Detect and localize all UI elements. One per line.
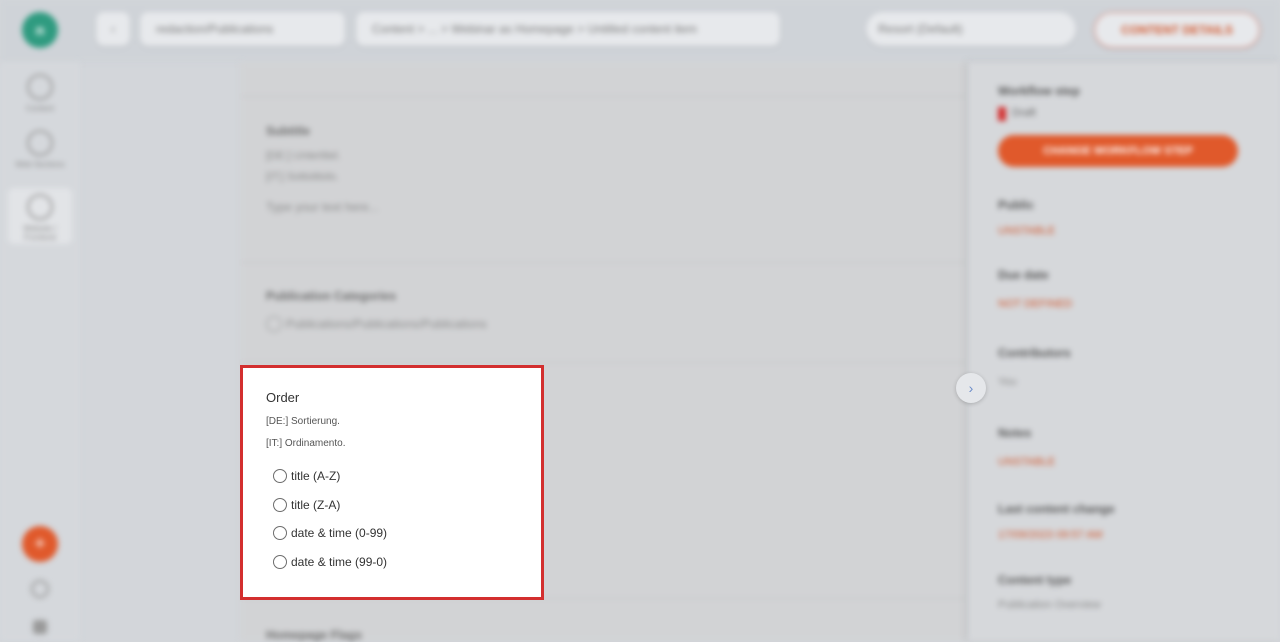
sidebar-item-label: Content xyxy=(25,104,55,113)
order-heading: Order xyxy=(266,390,300,405)
field-label: Last content change xyxy=(998,502,1115,516)
field-label: Public xyxy=(998,198,1035,212)
divider xyxy=(240,262,968,263)
category-value: Publications/Publications/Publications xyxy=(286,317,487,331)
order-option-label: title (Z-A) xyxy=(291,498,341,512)
view-select[interactable]: Resort (Default) xyxy=(866,12,1076,46)
chevron-left-icon: ‹ xyxy=(111,22,115,36)
homepage-flags-heading: Homepage Flags xyxy=(266,628,363,642)
plus-icon: + xyxy=(34,533,46,555)
order-option-title-asc[interactable]: title (A-Z) xyxy=(273,467,340,485)
sidebar-item-content[interactable]: Content xyxy=(8,68,72,113)
divider xyxy=(240,96,968,97)
order-option-date-desc[interactable]: date & time (99-0) xyxy=(273,553,387,571)
subtitle-heading: Subtitle xyxy=(266,124,310,138)
status-badge xyxy=(998,107,1006,121)
sidebar-item-website[interactable]: Website / Frontend xyxy=(8,188,72,244)
field-value: Publication Overview xyxy=(998,599,1101,611)
breadcrumb[interactable]: Content > ... > Webinar as Homepage > Un… xyxy=(356,12,780,46)
chevron-right-icon: › xyxy=(968,380,974,396)
workflow-value: Draft xyxy=(1012,107,1036,119)
order-option-label: date & time (0-99) xyxy=(291,526,388,540)
subtitle-de: [DE:] Untertitel. xyxy=(266,150,341,162)
details-panel: Workflow step Draft CHANGE WORKFLOW STEP… xyxy=(968,62,1280,641)
field-value[interactable]: UNSTABLE xyxy=(998,225,1055,237)
category-checkbox[interactable] xyxy=(266,316,282,332)
top-bar: n ‹ redaction/Publications Content > ...… xyxy=(0,0,1280,62)
add-button[interactable]: + xyxy=(22,526,58,562)
field-value[interactable]: NOT DEFINED xyxy=(998,298,1072,310)
field-value: You xyxy=(998,376,1017,388)
category-heading: Publication Categories xyxy=(266,289,397,303)
radio-button[interactable] xyxy=(273,469,287,483)
subtitle-it: [IT:] Sottotitolo. xyxy=(266,171,339,183)
field-value[interactable]: UNSTABLE xyxy=(998,456,1055,468)
field-label: Due date xyxy=(998,268,1049,282)
sidebar-item-label: Website / Frontend xyxy=(23,224,57,242)
order-option-date-asc[interactable]: date & time (0-99) xyxy=(273,524,387,542)
notification-icon[interactable] xyxy=(33,620,47,634)
change-workflow-button[interactable]: CHANGE WORKFLOW STEP xyxy=(998,135,1238,167)
order-option-title-desc[interactable]: title (Z-A) xyxy=(273,496,340,514)
radio-button[interactable] xyxy=(273,498,287,512)
radio-button[interactable] xyxy=(273,555,287,569)
field-value: 17/09/2023 09:57 AM xyxy=(998,529,1103,541)
back-button[interactable]: ‹ xyxy=(96,12,130,46)
home-icon xyxy=(27,74,53,100)
sidebar-item-label: Web Sections xyxy=(15,160,65,169)
collapse-panel-button[interactable]: › xyxy=(956,373,986,403)
order-option-label: title (A-Z) xyxy=(291,469,341,483)
app-logo[interactable]: n xyxy=(22,12,58,48)
workflow-label: Workflow step xyxy=(998,84,1080,98)
subtitle-input[interactable]: Type your text here... xyxy=(266,200,379,214)
field-label: Notes xyxy=(998,426,1032,440)
globe-icon xyxy=(27,194,53,220)
content-details-button[interactable]: CONTENT DETAILS xyxy=(1094,12,1260,48)
radio-button[interactable] xyxy=(273,526,287,540)
order-option-label: date & time (99-0) xyxy=(291,555,388,569)
order-help-de: [DE:] Sortierung. xyxy=(266,416,340,427)
help-icon[interactable] xyxy=(31,580,49,598)
field-label: Contributors xyxy=(998,346,1071,360)
divider xyxy=(240,362,968,363)
workspace-selector[interactable]: redaction/Publications xyxy=(140,12,345,46)
sidebar-item-web-sections[interactable]: Web Sections xyxy=(8,124,72,169)
order-field-card: Order [DE:] Sortierung. [IT:] Ordinament… xyxy=(240,365,544,600)
order-help-it: [IT:] Ordinamento. xyxy=(266,438,346,449)
field-label: Content type xyxy=(998,573,1072,587)
globe-icon xyxy=(27,130,53,156)
